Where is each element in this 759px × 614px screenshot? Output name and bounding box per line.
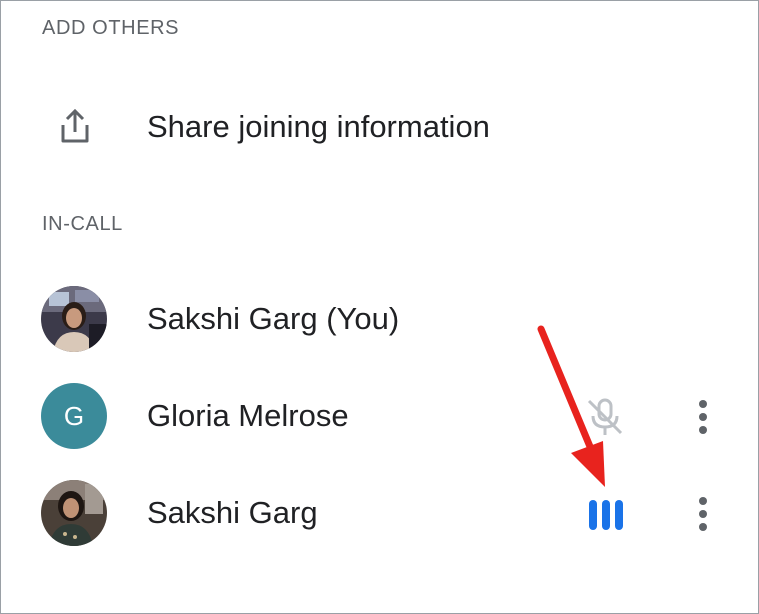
speaking-indicator-icon (586, 498, 626, 530)
participants-panel: ADD OTHERS Share joining information IN-… (0, 0, 759, 614)
mic-off-icon[interactable] (583, 395, 627, 439)
participant-name: Sakshi Garg (147, 495, 318, 530)
avatar: G (41, 383, 107, 449)
avatar (41, 480, 107, 546)
more-options-button[interactable] (685, 396, 721, 438)
participant-name: Gloria Melrose (147, 398, 349, 433)
share-joining-info-button[interactable]: Share joining information (1, 89, 758, 165)
more-options-button[interactable] (685, 493, 721, 535)
participant-row[interactable]: G Gloria Melrose (1, 371, 758, 461)
participant-name: Sakshi Garg (You) (147, 301, 400, 336)
participant-row[interactable]: Sakshi Garg (1, 468, 758, 558)
section-header-in-call: IN-CALL (42, 213, 123, 235)
section-header-add-others: ADD OTHERS (42, 17, 180, 39)
avatar (41, 286, 107, 352)
share-joining-info-label: Share joining information (147, 109, 490, 144)
share-icon (61, 108, 89, 143)
participant-row[interactable]: Sakshi Garg (You) (1, 274, 758, 364)
